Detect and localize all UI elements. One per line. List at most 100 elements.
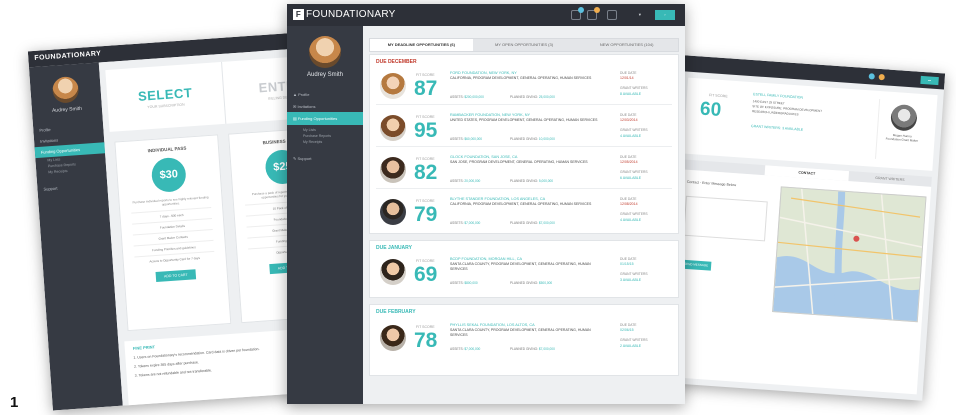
assets-label: ASSETS: bbox=[450, 179, 464, 183]
assets-label: ASSETS: bbox=[450, 137, 464, 141]
due-date: 12/05/2014 bbox=[620, 160, 638, 164]
assets: ASSETS: $7,000,000 bbox=[450, 221, 480, 225]
signout-button[interactable]: ••• bbox=[920, 75, 939, 86]
grant-writers-count[interactable]: GRANT WRITERS: 3 AVAILABLE bbox=[751, 124, 803, 132]
due-date-label: DUE DATE bbox=[620, 257, 637, 261]
app-logo[interactable]: F FOUNDATIONARY bbox=[293, 9, 396, 20]
foundation-name[interactable]: BLYTHE STANDER FOUNDATION, LOS ANGELES, … bbox=[450, 197, 600, 201]
assets-value: $60,000,000 bbox=[464, 137, 483, 141]
due-date-label: DUE DATE bbox=[620, 113, 637, 117]
contact-photo bbox=[380, 157, 406, 183]
assets-label: ASSETS: bbox=[450, 221, 464, 225]
add-to-cart-button[interactable]: ADD TO CART bbox=[155, 269, 196, 283]
top-bar: F FOUNDATIONARY ▾ › bbox=[287, 4, 685, 26]
nav-funding-opportunities[interactable]: ▤ Funding Opportunities bbox=[287, 112, 363, 125]
grant-writers-available[interactable]: 3 AVAILABLE bbox=[620, 278, 641, 282]
contact-photo bbox=[380, 199, 406, 225]
nav-purchase-reports[interactable]: Purchase Reports bbox=[303, 134, 331, 138]
grant-writers-available[interactable]: 4 AVAILABLE bbox=[620, 134, 641, 138]
foundation-name[interactable]: PHYLLIS SEKAL FOUNDATION, LOS ALTOS, CA bbox=[450, 323, 600, 327]
user-menu[interactable]: ▾ bbox=[639, 12, 641, 18]
due-date: 12/01/14 bbox=[620, 76, 634, 80]
opportunity-row[interactable]: FIT SCORE 78 PHYLLIS SEKAL FOUNDATION, L… bbox=[376, 319, 672, 357]
send-message-button[interactable]: SEND MESSAGE bbox=[680, 259, 712, 271]
foundation-header: FIT SCORE 60 ESTELL FAMILY FOUNDATION 14… bbox=[682, 77, 938, 171]
contact-photo bbox=[380, 73, 406, 99]
assets-value: $200,000,000 bbox=[464, 95, 484, 99]
nav-support[interactable]: ✎ Support bbox=[287, 152, 363, 165]
foundation-focus: CALIFORNIA, PROGRAM DEVELOPMENT, GENERAL… bbox=[450, 202, 592, 206]
step-select[interactable]: SELECT YOUR SUBSCRIPTION bbox=[105, 61, 227, 132]
tab-open-opportunities[interactable]: MY OPEN OPPORTUNITIES (3) bbox=[473, 39, 576, 51]
contact-photo bbox=[380, 325, 406, 351]
month-label: DUE FEBRUARY bbox=[376, 309, 416, 315]
nav-label: Support bbox=[297, 156, 312, 161]
grant-writers-available[interactable]: 8 AVAILABLE bbox=[620, 92, 641, 96]
foundation-name[interactable]: GLOCK FOUNDATION, SAN JOSE, CA bbox=[450, 155, 600, 159]
month-label: DUE DECEMBER bbox=[376, 59, 417, 65]
planned-label: PLANNED GIVING: bbox=[510, 281, 538, 285]
opportunity-row[interactable]: FIT SCORE 69 BCDP FOUNDATION, MORGAN HIL… bbox=[376, 253, 672, 291]
assets: ASSETS: 20,000,000 bbox=[450, 179, 480, 183]
grant-writers-available[interactable]: 6 AVAILABLE bbox=[620, 176, 641, 180]
foundation-name[interactable]: FORD FOUNDATION, NEW YORK, NY bbox=[450, 71, 600, 75]
tab-new-opportunities[interactable]: NEW OPPORTUNITIES (104) bbox=[575, 39, 678, 51]
contact-photo bbox=[380, 259, 406, 285]
foundation-name[interactable]: ESTELL FAMILY FOUNDATION bbox=[753, 92, 803, 99]
notification-icon[interactable] bbox=[868, 73, 875, 80]
grant-writers-label: GRANT WRITERS bbox=[620, 170, 648, 174]
planned-label: PLANNED GIVING: bbox=[510, 347, 538, 351]
foundation-name[interactable]: BCDP FOUNDATION, MORGAN HILL, CA bbox=[450, 257, 600, 261]
fit-score: 95 bbox=[414, 119, 438, 142]
step-subtitle: YOUR SUBSCRIPTION bbox=[147, 102, 185, 109]
alerts-badge bbox=[594, 7, 600, 13]
grant-writers-available[interactable]: 2 AVAILABLE bbox=[620, 344, 641, 348]
nav-my-lists[interactable]: My Lists bbox=[303, 128, 316, 132]
due-date: 12/03/2014 bbox=[620, 118, 638, 122]
alert-icon[interactable] bbox=[878, 73, 885, 81]
assets: ASSETS: $800,000 bbox=[450, 281, 478, 285]
planned-giving: PLANNED GIVING: 25,000,000 bbox=[510, 95, 555, 99]
foundation-focus: CALIFORNIA, PROGRAM DEVELOPMENT, GENERAL… bbox=[450, 76, 592, 80]
due-date-label: DUE DATE bbox=[620, 197, 637, 201]
planned-value: 10,000,000 bbox=[538, 137, 555, 141]
location-map[interactable] bbox=[772, 186, 927, 323]
grant-writers-available[interactable]: 4 AVAILABLE bbox=[620, 218, 641, 222]
nav-support[interactable]: Support bbox=[37, 179, 108, 195]
planned-value: $7,000,000 bbox=[538, 221, 555, 225]
assets-label: ASSETS: bbox=[450, 281, 464, 285]
due-date-label: DUE DATE bbox=[620, 323, 637, 327]
avatar[interactable] bbox=[51, 76, 80, 104]
assets-value: $800,000 bbox=[464, 281, 478, 285]
planned-giving: PLANNED GIVING: $7,000,000 bbox=[510, 221, 555, 225]
due-date: 12/08/2014 bbox=[620, 202, 638, 206]
contact-photo bbox=[380, 115, 406, 141]
contact-panel: Contact - Enter Message Below SEND MESSA… bbox=[667, 169, 932, 395]
month-label: DUE JANUARY bbox=[376, 245, 412, 251]
step-title: SELECT bbox=[137, 84, 193, 104]
opportunities-main: MY DEADLINE OPPORTUNITIES (6) MY OPEN OP… bbox=[363, 26, 685, 404]
due-date: 01/15/15 bbox=[620, 262, 634, 266]
plan-card-individual: INDIVIDUAL PASS $30 Purchase individual … bbox=[114, 134, 232, 332]
messages-badge bbox=[578, 7, 584, 13]
opportunity-row[interactable]: FIT SCORE 79 BLYTHE STANDER FOUNDATION, … bbox=[376, 193, 672, 231]
planned-value: $500,000 bbox=[538, 281, 553, 285]
sidebar: Audrey Smith ▲ Profile ✉ Invitations ▤ F… bbox=[287, 26, 363, 404]
planned-label: PLANNED GIVING: bbox=[510, 137, 538, 141]
planned-value: $7,000,000 bbox=[538, 347, 555, 351]
planned-label: PLANNED GIVING: bbox=[510, 179, 538, 183]
tab-deadline-opportunities[interactable]: MY DEADLINE OPPORTUNITIES (6) bbox=[370, 39, 473, 51]
foundation-name[interactable]: RAMBACKER FOUNDATION, NEW YORK, NY bbox=[450, 113, 600, 117]
nav-my-receipts[interactable]: My Receipts bbox=[303, 140, 322, 144]
opportunity-row[interactable]: FIT SCORE 87 FORD FOUNDATION, NEW YORK, … bbox=[376, 67, 672, 105]
contact-note: Contact - Enter Message Below bbox=[686, 179, 737, 188]
avatar[interactable] bbox=[309, 36, 341, 68]
signout-button[interactable]: › bbox=[655, 10, 675, 20]
settings-icon[interactable] bbox=[607, 10, 617, 20]
planned-label: PLANNED GIVING: bbox=[510, 95, 538, 99]
opportunity-row[interactable]: FIT SCORE 95 RAMBACKER FOUNDATION, NEW Y… bbox=[376, 109, 672, 147]
foundation-focus: SANTA CLARA COUNTY, PROGRAM DEVELOPMENT,… bbox=[450, 262, 591, 271]
opportunity-row[interactable]: FIT SCORE 82 GLOCK FOUNDATION, SAN JOSE,… bbox=[376, 151, 672, 189]
message-input[interactable] bbox=[683, 195, 768, 242]
planned-label: PLANNED GIVING: bbox=[510, 221, 538, 225]
